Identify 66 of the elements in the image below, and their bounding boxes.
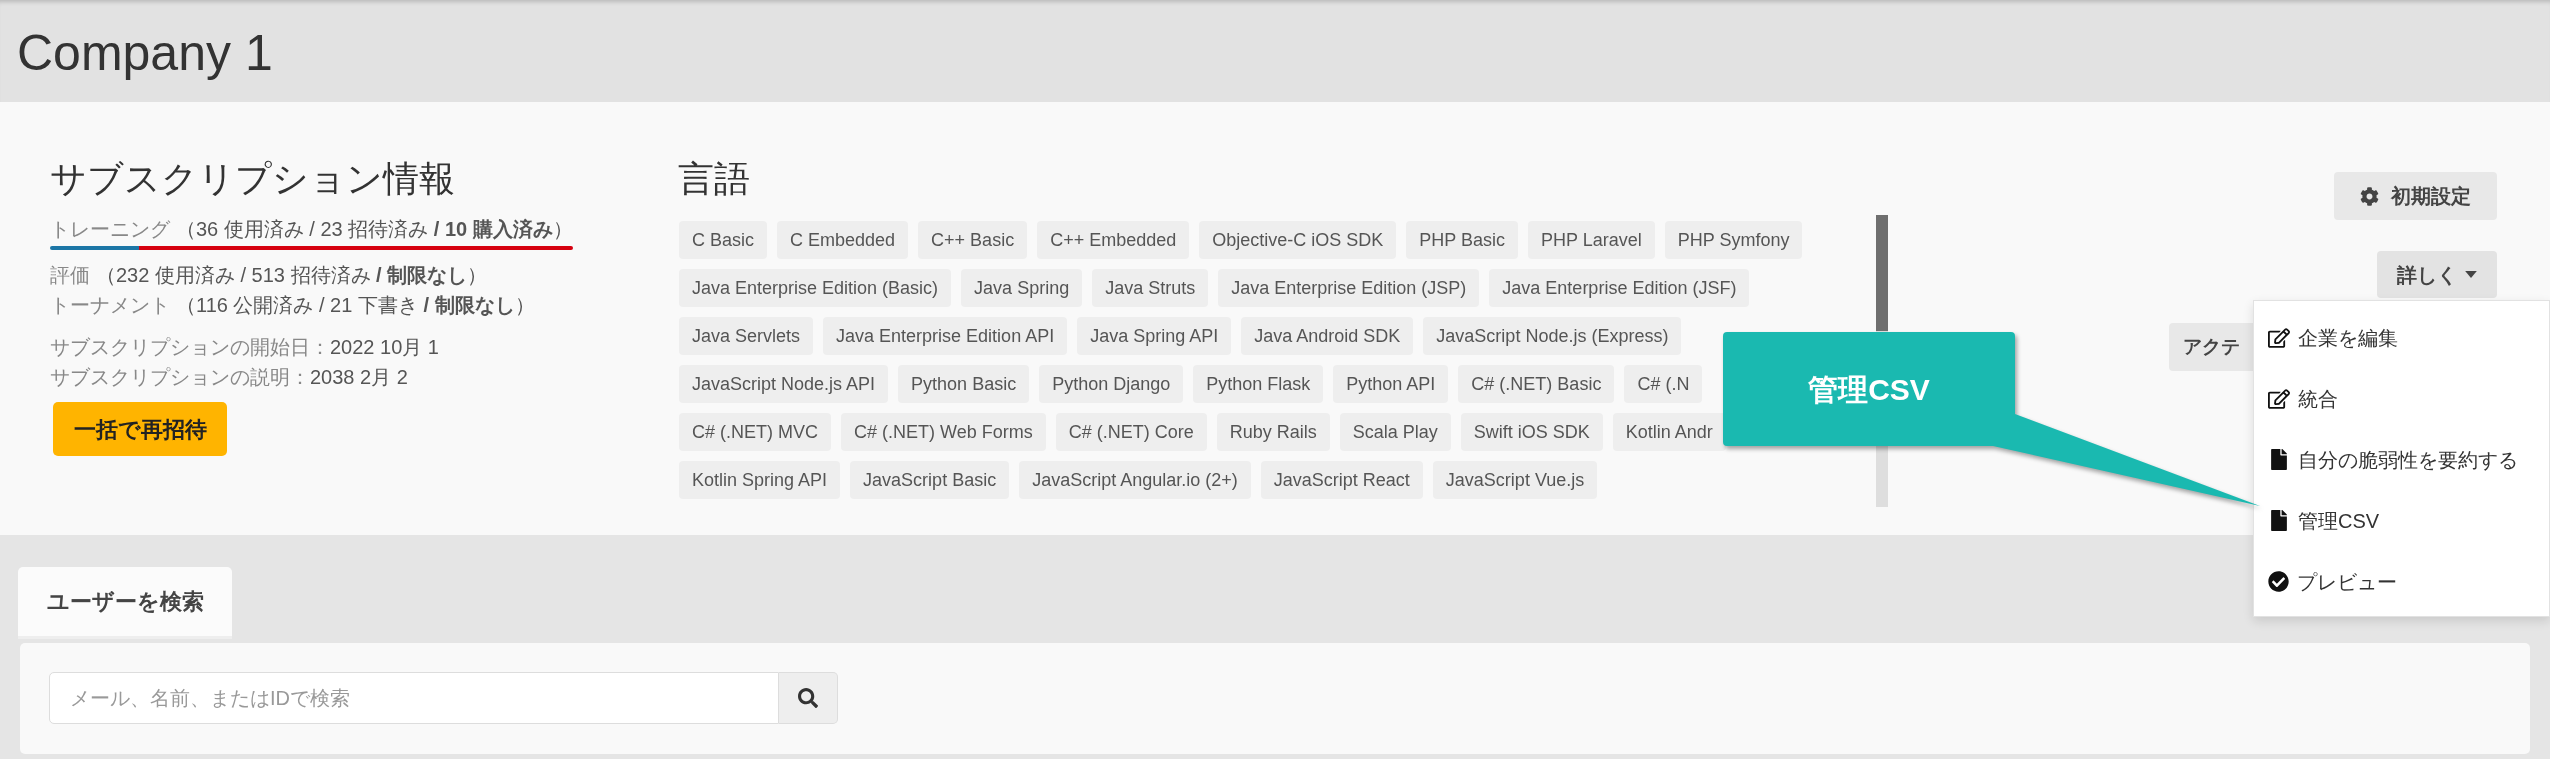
language-tag: Kotlin Spring API: [679, 461, 841, 499]
language-tag: PHP Symfony: [1664, 221, 1803, 259]
language-tag: JavaScript Node.js API: [679, 365, 889, 403]
search-button[interactable]: [779, 672, 838, 724]
dropdown-menu-item[interactable]: 自分の脆弱性を要約する: [2254, 429, 2549, 490]
dropdown-menu-item[interactable]: プレビュー: [2254, 551, 2549, 612]
language-tag: Kotlin Andr: [1612, 413, 1726, 451]
language-tag: Java Servlets: [679, 317, 814, 355]
edit-icon: [2268, 327, 2290, 348]
language-tag: Java Android SDK: [1241, 317, 1414, 355]
callout-label: 管理CSV: [1808, 371, 1930, 408]
language-tag: C# (.NET) Basic: [1458, 365, 1615, 403]
initial-settings-button[interactable]: 初期設定: [2334, 172, 2497, 220]
language-tag: PHP Laravel: [1528, 221, 1655, 259]
languages-heading: 言語: [678, 157, 750, 201]
language-tag: JavaScript Basic: [850, 461, 1010, 499]
language-tag: C# (.NET) Web Forms: [841, 413, 1046, 451]
language-tag: C# (.N: [1624, 365, 1703, 403]
language-tag: C Embedded: [777, 221, 909, 259]
language-tag: Swift iOS SDK: [1460, 413, 1603, 451]
language-tag: JavaScript Vue.js: [1432, 461, 1598, 499]
language-tag: JavaScript Node.js (Express): [1423, 317, 1682, 355]
language-tag: Python Django: [1039, 365, 1184, 403]
language-tag: Java Enterprise Edition (JSF): [1489, 269, 1750, 307]
company-title: Company 1: [17, 24, 273, 78]
partial-button[interactable]: アクテ: [2169, 323, 2253, 371]
subscription-heading: サブスクリプション情報: [50, 157, 455, 201]
language-tag: Python Flask: [1193, 365, 1324, 403]
usage-summary-text: トーナメント （116 公開済み / 21 下書き / 制限なし）: [50, 293, 535, 318]
language-tag: Java Enterprise Edition (Basic): [679, 269, 952, 307]
file-icon: [2271, 449, 2287, 470]
language-tag: Python Basic: [898, 365, 1030, 403]
caret-down-icon: [2465, 271, 2477, 278]
language-tag: JavaScript Angular.io (2+): [1019, 461, 1251, 499]
language-tag: Objective-C iOS SDK: [1199, 221, 1397, 259]
scrollbar-thumb[interactable]: [1876, 215, 1888, 331]
language-tag: Java Spring API: [1077, 317, 1232, 355]
language-tag: C Basic: [679, 221, 767, 259]
dropdown-menu-item[interactable]: 管理CSV: [2254, 490, 2549, 551]
language-tag: PHP Basic: [1406, 221, 1518, 259]
search-input[interactable]: メール、名前、またはIDで検索: [49, 672, 779, 724]
subscription-date-text: サブスクリプションの開始日：2022 10月 1: [50, 335, 439, 360]
language-tag: JavaScript React: [1260, 461, 1423, 499]
language-tag: Java Enterprise Edition API: [823, 317, 1068, 355]
usage-summary-text: トレーニング （36 使用済み / 23 招待済み / 10 購入済み）: [50, 217, 573, 242]
language-tag: Python API: [1333, 365, 1449, 403]
more-dropdown-button[interactable]: 詳しく: [2377, 251, 2497, 298]
edit-icon: [2268, 388, 2290, 409]
reinvite-all-button[interactable]: 一括で再招待: [53, 402, 227, 456]
language-tag: C# (.NET) MVC: [679, 413, 831, 451]
language-tag: Scala Play: [1339, 413, 1451, 451]
dropdown-menu-item[interactable]: 統合: [2254, 368, 2549, 429]
language-tag: Ruby Rails: [1216, 413, 1330, 451]
language-tag: Java Spring: [961, 269, 1083, 307]
search-icon: [798, 688, 818, 708]
language-tag: Java Struts: [1092, 269, 1209, 307]
language-tag: C# (.NET) Core: [1055, 413, 1207, 451]
file-icon: [2271, 510, 2287, 531]
settings-icon: [2360, 186, 2379, 206]
search-users-tab[interactable]: ユーザーを検索: [18, 567, 232, 639]
usage-summary-text: 評価 （232 使用済み / 513 招待済み / 制限なし）: [50, 263, 488, 288]
language-tag: C++ Embedded: [1037, 221, 1190, 259]
language-tag: C++ Basic: [918, 221, 1028, 259]
dropdown-menu-item[interactable]: 企業を編集: [2254, 307, 2549, 368]
language-tag: Java Enterprise Edition (JSP): [1218, 269, 1480, 307]
subscription-date-text: サブスクリプションの説明：2038 2月 2: [50, 365, 408, 390]
